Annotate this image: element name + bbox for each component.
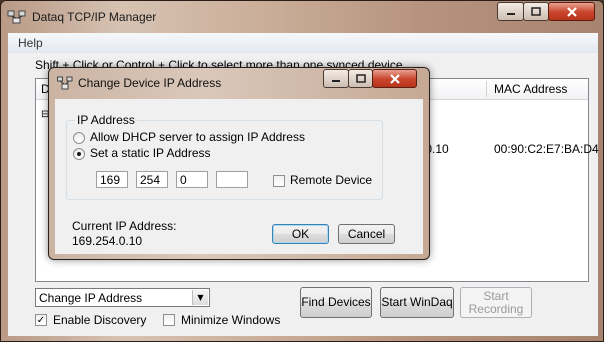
ip-octet-3-input[interactable]: 0 — [176, 171, 208, 188]
dialog-minimize-button[interactable] — [323, 69, 349, 88]
ip-octet-4-input[interactable] — [216, 171, 248, 188]
remote-device-checkbox[interactable] — [273, 175, 285, 187]
chevron-down-icon[interactable]: ▼ — [192, 290, 208, 305]
dialog-client-area: IP Address Allow DHCP server to assign I… — [55, 99, 423, 254]
minimize-icon — [506, 12, 515, 15]
menu-bar: Help — [8, 33, 598, 53]
dhcp-radio-label[interactable]: Allow DHCP server to assign IP Address — [90, 130, 305, 144]
minimize-icon — [332, 79, 340, 82]
ip-address-group: IP Address Allow DHCP server to assign I… — [66, 113, 383, 200]
action-select[interactable]: Change IP Address ▼ — [35, 288, 210, 307]
enable-discovery-checkbox[interactable]: ✓ — [35, 314, 47, 326]
title-bar[interactable]: Dataq TCP/IP Manager — [1, 1, 603, 31]
maximize-icon — [531, 6, 541, 16]
network-icon — [57, 76, 73, 90]
start-windaq-button[interactable]: Start WinDaq — [380, 287, 454, 318]
dhcp-radio[interactable] — [73, 132, 85, 144]
dialog-close-button[interactable] — [372, 69, 417, 88]
ip-octet-1-input[interactable]: 169 — [96, 171, 128, 188]
start-recording-button[interactable]: Start Recording — [460, 287, 532, 318]
action-select-value: Change IP Address — [39, 291, 143, 305]
change-ip-dialog: Change Device IP Address IP Address Allo… — [48, 67, 430, 260]
enable-discovery-label: Enable Discovery — [53, 313, 147, 327]
minimize-windows-label: Minimize Windows — [181, 313, 281, 327]
current-ip-label: Current IP Address: — [72, 219, 177, 233]
close-icon — [389, 73, 400, 84]
menu-help[interactable]: Help — [18, 36, 43, 50]
cell-mac-address: 00:90:C2:E7:BA:D4 — [494, 142, 599, 156]
ip-octet-2-input[interactable]: 254 — [136, 171, 168, 188]
window-title: Dataq TCP/IP Manager — [32, 10, 157, 24]
static-ip-radio[interactable] — [73, 148, 85, 160]
minimize-windows-checkbox[interactable] — [163, 314, 175, 326]
column-separator — [486, 81, 487, 97]
column-mac-address[interactable]: MAC Address — [494, 82, 567, 96]
close-button[interactable] — [548, 2, 595, 21]
network-icon — [7, 10, 26, 24]
dialog-title: Change Device IP Address — [78, 76, 222, 90]
ip-address-group-title: IP Address — [75, 113, 137, 127]
dialog-maximize-button[interactable] — [348, 69, 373, 88]
current-ip-value: 169.254.0.10 — [72, 234, 143, 248]
close-icon — [566, 6, 577, 17]
find-devices-button[interactable]: Find Devices — [300, 287, 372, 318]
maximize-icon — [355, 73, 366, 83]
static-ip-radio-label[interactable]: Set a static IP Address — [90, 146, 211, 160]
minimize-button[interactable] — [497, 2, 524, 21]
ok-button[interactable]: OK — [272, 224, 329, 244]
remote-device-label[interactable]: Remote Device — [290, 173, 372, 187]
cancel-button[interactable]: Cancel — [338, 224, 395, 244]
maximize-button[interactable] — [523, 2, 549, 21]
